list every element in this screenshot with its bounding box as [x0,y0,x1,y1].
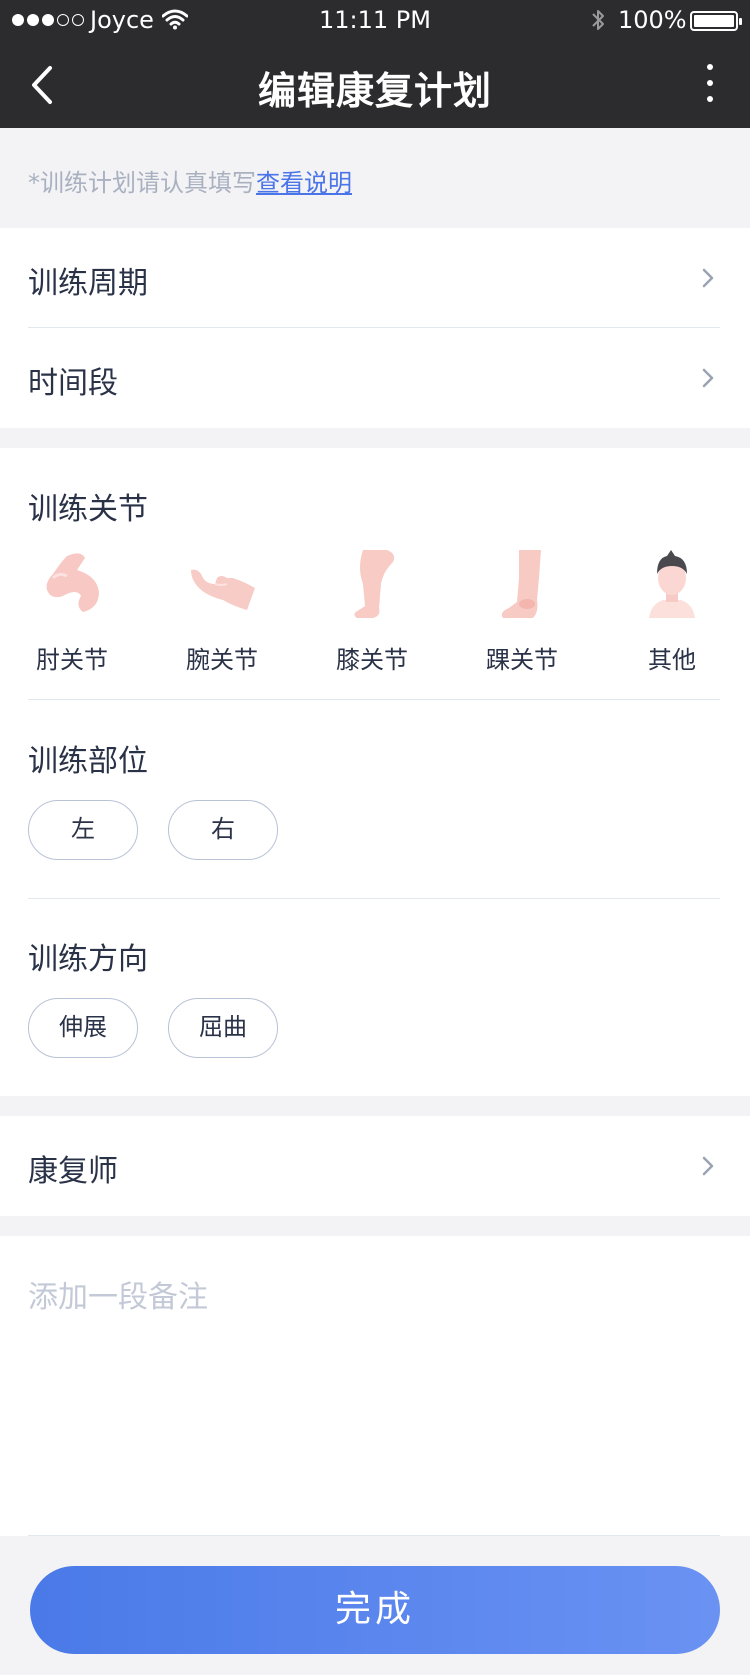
joint-option-other[interactable]: 其他 [612,548,732,688]
note-placeholder[interactable]: 添加一段备注 [28,1272,208,1316]
done-button[interactable]: 完成 [30,1566,720,1654]
training-cycle-row[interactable]: 训练周期 [0,228,750,328]
training-direction-title: 训练方向 [28,942,148,977]
direction-flexion-button[interactable]: 屈曲 [168,998,278,1058]
chevron-right-icon [702,268,714,288]
therapist-label: 康复师 [28,1154,118,1189]
divider [28,699,720,700]
hint-text: *训练计划请认真填写 [28,169,256,197]
divider [28,898,720,899]
view-instructions-link[interactable]: 查看说明 [256,169,352,197]
status-bar: Joyce 11:11 PM 100% [0,0,750,42]
position-right-button[interactable]: 右 [168,800,278,860]
chevron-right-icon [702,1156,714,1176]
joint-label: 其他 [648,646,696,674]
more-vertical-icon[interactable] [694,60,726,110]
therapist-row[interactable]: 康复师 [0,1116,750,1216]
joint-option-wrist[interactable]: 腕关节 [162,548,282,688]
ankle-icon [501,550,541,618]
position-left-button[interactable]: 左 [28,800,138,860]
person-icon [649,550,695,618]
training-options-card: 训练关节 肘关节 腕关节 膝关节 踝关节 其他 训练部位 左 右 训练方向 伸展… [0,448,750,1096]
joint-label: 肘关节 [36,646,108,674]
direction-extension-button[interactable]: 伸展 [28,998,138,1058]
training-position-title: 训练部位 [28,744,148,779]
page-title: 编辑康复计划 [257,69,492,113]
elbow-icon [46,553,99,612]
schedule-card: 训练周期 时间段 [0,228,750,428]
battery-icon [690,11,742,31]
joint-label: 踝关节 [486,646,558,674]
time-period-row[interactable]: 时间段 [0,328,750,428]
joint-option-knee[interactable]: 膝关节 [312,548,432,688]
bluetooth-icon [592,10,604,30]
knee-icon [354,550,395,618]
joint-option-elbow[interactable]: 肘关节 [12,548,132,688]
divider [28,1535,720,1536]
fill-hint: *训练计划请认真填写查看说明 [28,163,352,198]
therapist-card: 康复师 [0,1116,750,1216]
training-cycle-label: 训练周期 [28,266,148,301]
top-bar: Joyce 11:11 PM 100% 编辑康复计划 [0,0,750,128]
wrist-icon [191,569,255,610]
battery-percent: 100% [618,6,687,34]
navigation-bar: 编辑康复计划 [0,42,750,128]
joint-label: 膝关节 [336,646,408,674]
training-joint-title: 训练关节 [28,492,148,527]
chevron-right-icon [702,368,714,388]
joint-option-ankle[interactable]: 踝关节 [462,548,582,688]
joint-label: 腕关节 [186,646,258,674]
time-period-label: 时间段 [28,366,118,401]
